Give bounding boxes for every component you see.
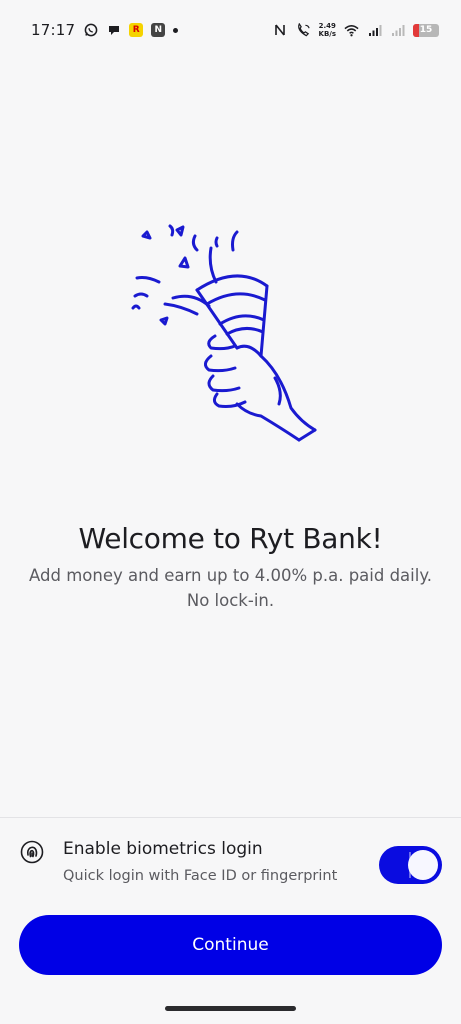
toggle-knob [408, 850, 438, 880]
chat-icon [106, 23, 121, 38]
biometrics-title: Enable biometrics login [63, 839, 263, 859]
signal-icon [367, 23, 382, 38]
biometrics-row: Enable biometrics login Quick login with… [0, 830, 461, 900]
nfc-icon [273, 23, 288, 38]
status-bar-left: 17:17 R N [31, 21, 179, 39]
biometrics-subtitle: Quick login with Face ID or fingerprint [63, 868, 338, 884]
welcome-subtitle: Add money and earn up to 4.00% p.a. paid… [20, 563, 441, 613]
network-speed-unit: KB/s [318, 30, 336, 38]
signal-icon-2 [390, 23, 405, 38]
network-speed-value: 2.49 [318, 22, 336, 30]
home-indicator[interactable] [165, 1006, 296, 1011]
nfc-app-icon: N [151, 23, 166, 37]
ryt-app-icon: R [129, 23, 144, 37]
status-time: 17:17 [31, 21, 76, 39]
biometrics-toggle[interactable] [379, 846, 442, 884]
welcome-subtitle-line2: No lock-in. [186, 591, 275, 610]
battery-icon: 15 [413, 23, 439, 37]
page-title: Welcome to Ryt Bank! [78, 521, 383, 555]
whatsapp-icon [83, 23, 98, 38]
welcome-subtitle-line1: Add money and earn up to 4.00% p.a. paid… [29, 566, 432, 585]
status-bar-right: 2.49 KB/s 15 [273, 22, 439, 38]
continue-button[interactable]: Continue [19, 915, 442, 975]
notification-dot [173, 27, 179, 33]
fingerprint-icon [20, 840, 44, 864]
party-popper-hand-illustration [125, 218, 340, 443]
status-bar: 17:17 R N 2.49 KB/s 15 [0, 0, 461, 60]
wifi-icon [344, 23, 359, 38]
network-speed: 2.49 KB/s [319, 22, 336, 38]
call-wifi-icon [296, 22, 311, 38]
divider [0, 817, 461, 818]
battery-level: 15 [419, 25, 433, 35]
